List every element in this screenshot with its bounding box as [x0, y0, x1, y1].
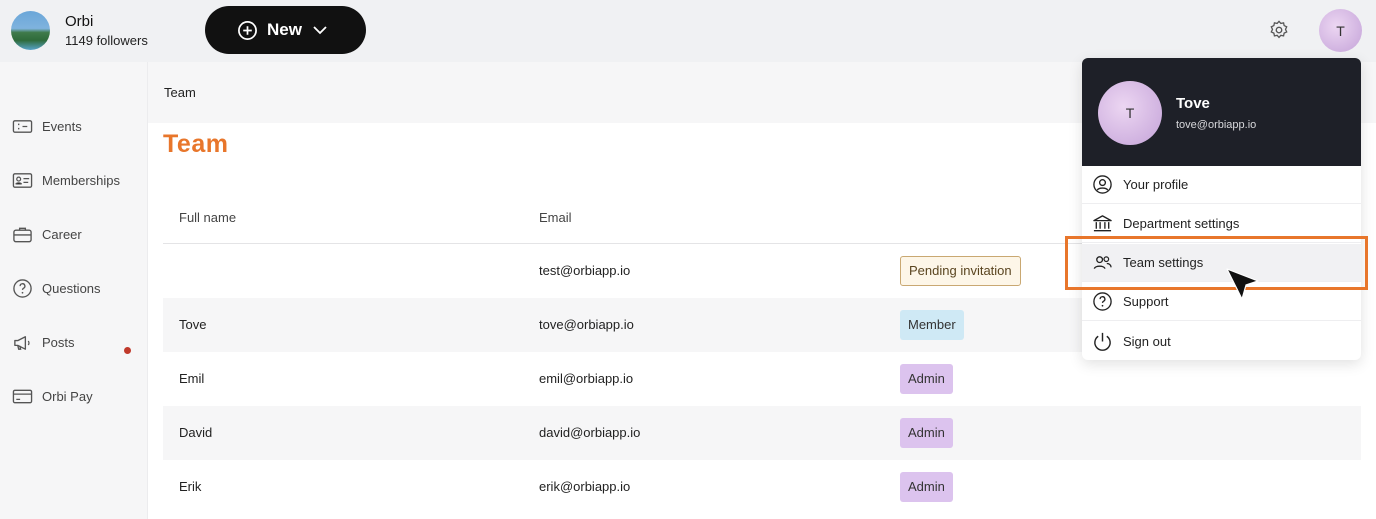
column-header-full-name[interactable]: Full name: [179, 210, 236, 225]
power-icon: [1094, 332, 1111, 351]
mouse-cursor-icon: [1226, 268, 1259, 300]
bank-icon: [1093, 215, 1112, 232]
row-email: tove@orbiapp.io: [539, 317, 634, 332]
row-email: david@orbiapp.io: [539, 425, 641, 440]
breadcrumb: Team: [164, 85, 196, 100]
user-circle-icon: [1093, 175, 1112, 194]
status-badge: Pending invitation: [900, 256, 1021, 286]
role-badge: Member: [900, 310, 964, 340]
user-email: tove@orbiapp.io: [1176, 119, 1257, 131]
role-badge: Admin: [900, 472, 953, 502]
sidebar-item-label: Career: [42, 227, 82, 242]
sidebar-item-posts[interactable]: Posts: [12, 332, 75, 353]
id-card-icon: [12, 173, 33, 188]
menu-item-label: Your profile: [1123, 177, 1189, 192]
sidebar: Events Memberships Career Questions Post…: [0, 62, 148, 519]
row-name: Erik: [179, 479, 202, 494]
sidebar-item-label: Events: [42, 119, 82, 134]
row-name: Emil: [179, 371, 205, 386]
row-email: test@orbiapp.io: [539, 263, 631, 278]
row-name: David: [179, 425, 213, 440]
menu-item-sign-out[interactable]: Sign out: [1082, 322, 1361, 360]
page-title: Team: [163, 130, 229, 158]
sidebar-item-label: Posts: [42, 335, 75, 350]
plus-circle-icon: [238, 20, 257, 40]
sidebar-item-events[interactable]: Events: [12, 116, 82, 137]
credit-card-icon: [12, 389, 33, 404]
sidebar-item-career[interactable]: Career: [12, 224, 82, 245]
sidebar-item-orbi-pay[interactable]: Orbi Pay: [12, 386, 93, 407]
org-avatar[interactable]: [11, 11, 50, 50]
gear-icon[interactable]: [1268, 19, 1290, 41]
menu-item-your-profile[interactable]: Your profile: [1082, 166, 1361, 204]
new-button-label: New: [267, 20, 302, 39]
sidebar-item-label: Orbi Pay: [42, 389, 93, 404]
org-followers: 1149 followers: [65, 33, 148, 48]
menu-item-label: Sign out: [1123, 333, 1171, 349]
role-badge: Admin: [900, 418, 953, 448]
menu-item-label: Department settings: [1123, 216, 1240, 231]
row-name: Tove: [179, 317, 207, 332]
question-circle-icon: [1093, 292, 1112, 311]
table-row[interactable]: David david@orbiapp.io Admin: [163, 406, 1361, 460]
sidebar-item-label: Questions: [42, 281, 101, 296]
role-badge: Admin: [900, 364, 953, 394]
highlight-annotation: [1065, 236, 1368, 290]
avatar: T: [1098, 81, 1162, 145]
account-menu-header: T Tove tove@orbiapp.io: [1082, 58, 1361, 166]
table-row[interactable]: Erik erik@orbiapp.io Admin: [163, 460, 1361, 514]
top-bar: Orbi 1149 followers New T: [0, 0, 1376, 62]
account-menu: T Tove tove@orbiapp.io Your profile Depa…: [1082, 58, 1361, 360]
column-header-email[interactable]: Email: [539, 210, 572, 225]
table-row[interactable]: Emil emil@orbiapp.io Admin: [163, 352, 1361, 406]
sidebar-item-memberships[interactable]: Memberships: [12, 170, 120, 191]
question-circle-icon: [13, 279, 32, 298]
row-email: emil@orbiapp.io: [539, 371, 634, 386]
menu-item-label: Support: [1123, 294, 1169, 309]
sidebar-item-label: Memberships: [42, 173, 121, 188]
org-name: Orbi: [65, 13, 94, 30]
row-email: erik@orbiapp.io: [539, 479, 631, 494]
chevron-down-icon: [313, 26, 327, 35]
user-avatar-button[interactable]: T: [1319, 9, 1362, 52]
megaphone-icon: [14, 336, 30, 350]
sidebar-item-questions[interactable]: Questions: [12, 278, 101, 299]
user-name: Tove: [1176, 95, 1210, 112]
ticket-icon: [12, 120, 33, 133]
notification-dot: [124, 347, 131, 354]
briefcase-icon: [13, 227, 32, 243]
new-button[interactable]: New: [205, 6, 366, 54]
